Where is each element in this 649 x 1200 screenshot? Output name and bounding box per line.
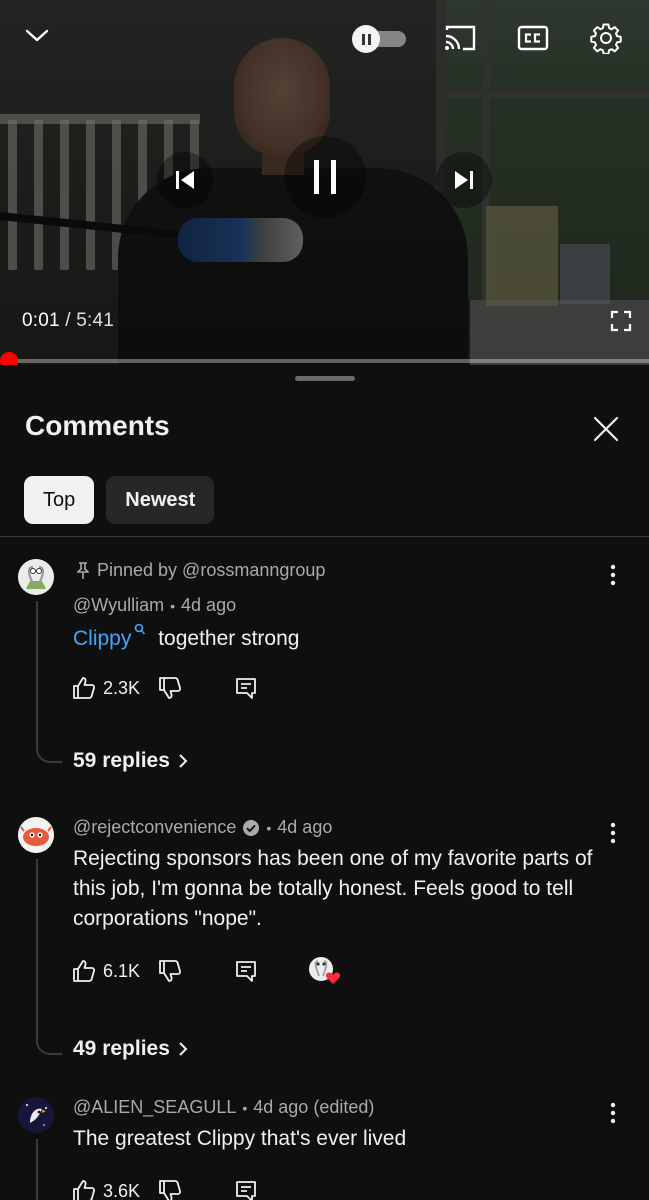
comment-author[interactable]: @ALIEN_SEAGULL xyxy=(73,1097,236,1118)
avatar[interactable] xyxy=(18,817,54,853)
comment-age: 4d ago (edited) xyxy=(253,1097,375,1117)
like-button[interactable]: 6.1K xyxy=(72,955,140,987)
search-icon xyxy=(135,623,146,635)
pin-icon xyxy=(77,561,89,579)
comment-text: Clippy together strong xyxy=(73,623,613,654)
comment-meta: @Wyulliam • 4d ago xyxy=(73,595,236,616)
pinned-by-text: Pinned by @rossmanngroup xyxy=(97,560,326,580)
reply-button[interactable] xyxy=(234,672,258,704)
video-duration: 5:41 xyxy=(76,310,115,331)
fullscreen-icon[interactable] xyxy=(606,306,636,336)
tab-top[interactable]: Top xyxy=(24,476,95,524)
meta-dot: • xyxy=(242,1099,248,1116)
replies-count: 49 replies xyxy=(73,1037,170,1060)
drag-handle[interactable] xyxy=(295,376,355,381)
scrubber-handle[interactable] xyxy=(0,352,18,365)
mention-text: Clippy xyxy=(73,627,132,650)
thread-line xyxy=(36,1139,62,1200)
comment-item: Pinned by @rossmanngroup @Wyulliam • 4d … xyxy=(0,537,649,807)
comment-item: @ALIEN_SEAGULL • 4d ago (edited) The gre… xyxy=(0,1089,649,1200)
comment-actions: 2.3K xyxy=(72,672,258,704)
comment-text: Rejecting sponsors has been one of my fa… xyxy=(73,847,593,930)
time-separator: / xyxy=(65,310,71,331)
thumbs-up-icon xyxy=(73,1180,96,1200)
thread-line xyxy=(36,601,62,763)
creator-heart-icon xyxy=(309,957,341,984)
avatar[interactable] xyxy=(18,559,54,595)
comment-author[interactable]: @rejectconvenience xyxy=(73,817,236,838)
comment-meta: @rejectconvenience • 4d ago xyxy=(73,817,332,838)
dislike-button[interactable] xyxy=(158,1175,182,1200)
previous-video-icon[interactable] xyxy=(157,152,213,208)
comment-text-body: together strong xyxy=(158,627,300,650)
comment-age: 4d ago xyxy=(277,817,333,837)
search-link[interactable]: Clippy xyxy=(73,623,146,650)
like-count: 2.3K xyxy=(103,677,141,698)
more-options-icon[interactable] xyxy=(600,560,626,590)
comments-sheet: Comments Top Newest Pinned by @rossmanng… xyxy=(0,365,649,1200)
pause-icon[interactable] xyxy=(284,136,366,218)
like-count: 3.6K xyxy=(103,1180,141,1200)
autoplay-pause-icon xyxy=(352,25,380,53)
thumbs-up-icon xyxy=(73,960,96,982)
thread-line xyxy=(36,859,62,1055)
minimize-chevron-icon[interactable] xyxy=(22,22,52,50)
cast-icon[interactable] xyxy=(442,22,478,54)
time-display: 0:01 / 5:41 xyxy=(22,310,114,332)
tab-newest[interactable]: Newest xyxy=(106,476,215,524)
comment-actions: 3.6K xyxy=(72,1175,258,1200)
avatar[interactable] xyxy=(18,1097,54,1133)
reply-icon xyxy=(236,961,256,982)
meta-dot: • xyxy=(266,819,272,836)
sort-tabs: Top Newest xyxy=(24,476,215,524)
pinned-label: Pinned by @rossmanngroup xyxy=(77,560,325,581)
close-icon[interactable] xyxy=(590,413,622,445)
current-time: 0:01 xyxy=(22,310,60,331)
progress-bar[interactable] xyxy=(0,352,649,365)
next-video-icon[interactable] xyxy=(436,152,492,208)
view-replies-button[interactable]: 59 replies xyxy=(73,749,188,773)
autoplay-toggle[interactable] xyxy=(350,25,408,53)
thumbs-down-icon xyxy=(159,1180,182,1200)
captions-icon[interactable] xyxy=(516,23,550,53)
comment-author[interactable]: @Wyulliam xyxy=(73,595,164,616)
thumbs-down-icon xyxy=(159,677,182,699)
comment-item: @rejectconvenience • 4d ago Rejecting sp… xyxy=(0,809,649,1079)
video-player[interactable]: 0:01 / 5:41 xyxy=(0,0,649,365)
dislike-button[interactable] xyxy=(158,955,182,987)
like-button[interactable]: 2.3K xyxy=(72,672,140,704)
comment-age: 4d ago xyxy=(181,595,237,615)
comments-title: Comments xyxy=(25,410,170,441)
meta-dot: • xyxy=(170,597,176,614)
comment-meta: @ALIEN_SEAGULL • 4d ago (edited) xyxy=(73,1097,374,1118)
chevron-right-icon xyxy=(179,754,188,768)
thumbs-up-icon xyxy=(73,677,96,699)
reply-button[interactable] xyxy=(234,955,258,987)
view-replies-button[interactable]: 49 replies xyxy=(73,1037,188,1061)
comment-text: The greatest Clippy that's ever lived xyxy=(73,1127,407,1150)
creator-heart-badge xyxy=(308,955,342,987)
like-count: 6.1K xyxy=(103,960,141,981)
like-button[interactable]: 3.6K xyxy=(72,1175,140,1200)
replies-count: 59 replies xyxy=(73,749,170,772)
reply-icon xyxy=(236,678,256,699)
reply-icon xyxy=(236,1181,256,1200)
verified-check-icon xyxy=(243,819,260,836)
chevron-right-icon xyxy=(179,1042,188,1056)
thumbs-down-icon xyxy=(159,960,182,982)
comment-actions: 6.1K xyxy=(72,955,342,987)
settings-gear-icon[interactable] xyxy=(588,20,624,56)
dislike-button[interactable] xyxy=(158,672,182,704)
reply-button[interactable] xyxy=(234,1175,258,1200)
